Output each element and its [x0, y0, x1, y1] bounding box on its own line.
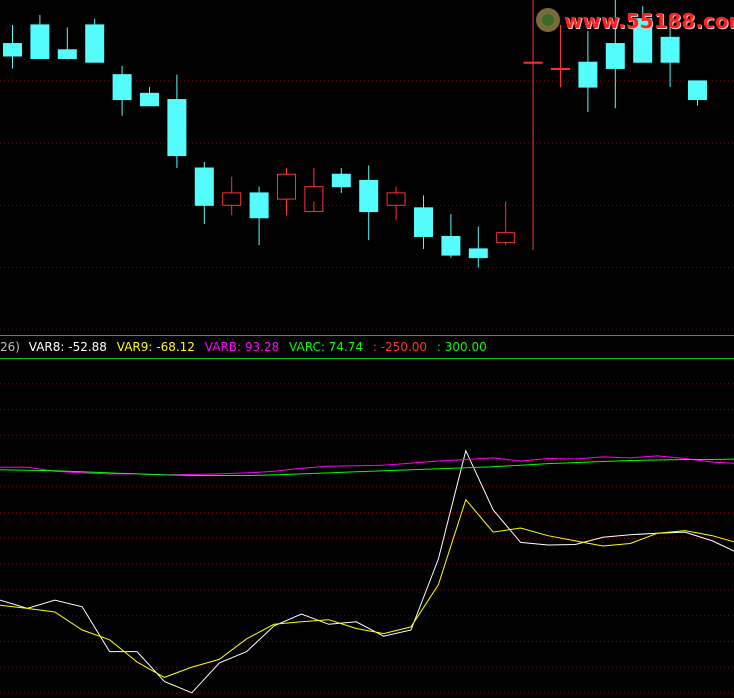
candle-body-9: [249, 192, 269, 219]
candle-body-7: [194, 167, 214, 206]
candle-body-18: [496, 232, 516, 244]
candle-body-15: [414, 207, 433, 237]
candle-body-25: [688, 80, 707, 101]
candle-body-16: [441, 235, 461, 256]
candle-body-3: [85, 24, 105, 63]
candle-body-12: [331, 173, 351, 188]
series-line-varc: [0, 458, 734, 476]
candle-body-4: [112, 74, 132, 101]
stock-chart[interactable]: www.55188.com 26) VAR8: -52.88 VAR9: -68…: [0, 0, 734, 698]
watermark: www.55188.com: [536, 4, 734, 38]
indicator-prefix: 26): [0, 340, 20, 354]
candle-body-1: [30, 24, 50, 59]
indicator-legend: 26) VAR8: -52.88 VAR9: -68.12 VARB: 93.2…: [0, 338, 734, 356]
candle-body-0: [3, 43, 22, 57]
level-high-label: : 300.00: [436, 340, 487, 354]
var9-label: VAR9: -68.12: [116, 340, 195, 354]
candle-body-8: [222, 192, 242, 206]
candle-body-24: [660, 36, 680, 63]
varc-label: VARC: 74.74: [289, 340, 364, 354]
candle-body-14: [386, 192, 406, 206]
candle-body-10: [277, 173, 296, 200]
series-line-var9: [0, 498, 734, 678]
level-low-label: : -250.00: [372, 340, 428, 354]
candle-body-2: [57, 49, 77, 59]
candle-body-17: [468, 248, 488, 259]
watermark-text: www.55188.com: [564, 9, 734, 33]
logo-circle-icon: [536, 8, 560, 32]
candle-body-13: [359, 179, 379, 213]
candle-body-6: [167, 99, 187, 157]
var8-label: VAR8: -52.88: [28, 340, 107, 354]
varb-label: VARB: 93.28: [204, 340, 280, 354]
candle-body-5: [140, 92, 159, 107]
series-line-varb: [0, 455, 734, 476]
indicator-panel[interactable]: [0, 358, 734, 698]
candle-body-22: [605, 43, 625, 69]
series-line-var8: [0, 449, 734, 694]
candle-body-21: [578, 61, 598, 88]
price-panel[interactable]: [0, 0, 734, 336]
candle-body-19: [523, 61, 543, 64]
candle-body-20: [551, 67, 570, 70]
